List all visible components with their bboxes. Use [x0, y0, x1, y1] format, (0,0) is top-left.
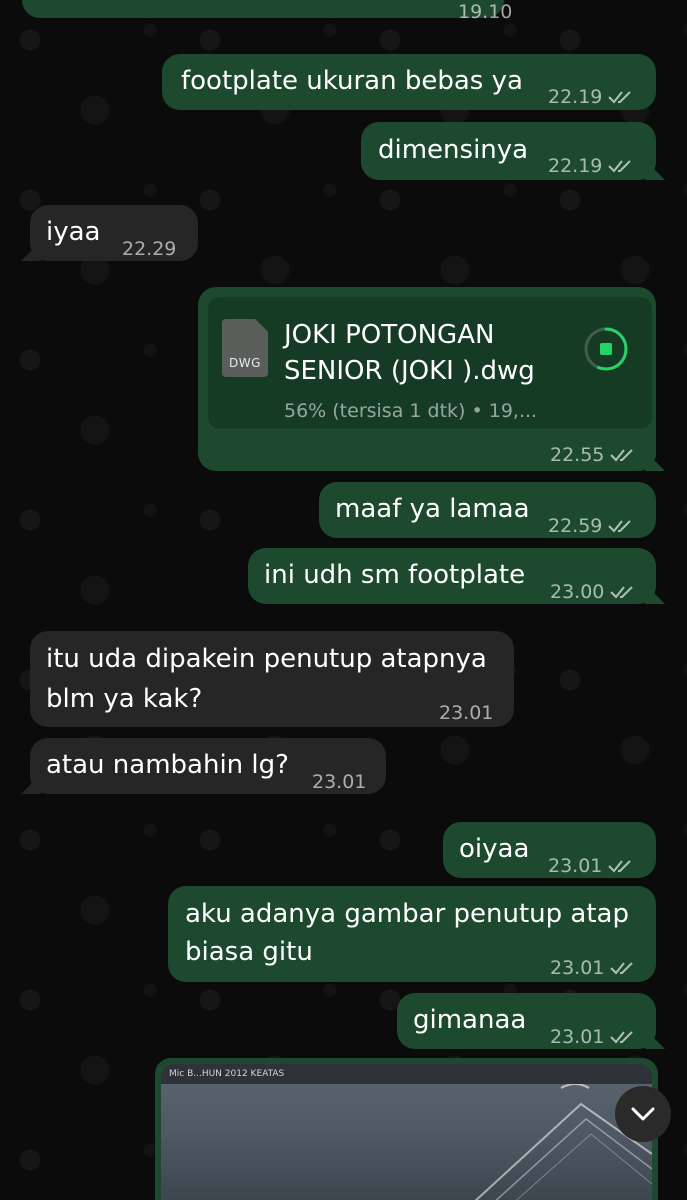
double-check-icon — [608, 160, 632, 173]
message-time: 22.19 — [548, 155, 603, 177]
message-bubble-outgoing[interactable]: maaf ya lamaa 22.59 — [319, 482, 656, 538]
message-time: 22.29 — [122, 238, 177, 260]
file-name: JOKI POTONGAN SENIOR (JOKI ).dwg — [284, 320, 535, 386]
message-time: 23.01 — [550, 957, 605, 979]
message-text: gimanaa — [413, 1005, 527, 1035]
double-check-icon — [608, 520, 632, 533]
message-bubble-incoming[interactable]: iyaa 22.29 — [30, 205, 198, 261]
chat-background: wkwkwk 19.10 footplate ukuran bebas ya 2… — [0, 0, 687, 1200]
scroll-to-bottom-button[interactable] — [615, 1086, 671, 1142]
message-text: ini udh sm footplate — [264, 560, 526, 590]
file-card[interactable]: DWG JOKI POTONGAN SENIOR (JOKI ).dwg 56%… — [208, 297, 652, 429]
double-check-icon — [610, 586, 634, 599]
message-text: oiyaa — [459, 834, 530, 864]
double-check-icon — [608, 91, 632, 104]
document-message[interactable]: DWG JOKI POTONGAN SENIOR (JOKI ).dwg 56%… — [198, 287, 656, 471]
message-time: 23.01 — [550, 1026, 605, 1048]
message-bubble-outgoing[interactable]: aku adanya gambar penutup atap biasa git… — [168, 886, 656, 982]
message-bubble-outgoing[interactable]: ini udh sm footplate 23.00 — [248, 548, 656, 604]
download-progress-icon[interactable] — [582, 325, 630, 373]
message-meta: 22.19 — [548, 79, 636, 115]
roof-drawing-image — [474, 1084, 652, 1200]
message-time: 22.59 — [548, 515, 603, 537]
double-check-icon — [610, 449, 634, 462]
message-bubble-outgoing[interactable]: gimanaa 23.01 — [397, 993, 656, 1049]
message-time: 23.01 — [439, 702, 494, 724]
message-meta: 22.55 — [550, 437, 638, 473]
message-meta: 23.01 — [548, 848, 636, 884]
file-icon: DWG — [222, 319, 268, 377]
message-bubble-outgoing[interactable]: dimensinya 22.19 — [361, 122, 656, 180]
message-bubble-incoming[interactable]: itu uda dipakein penutup atapnya blm ya … — [30, 631, 514, 727]
double-check-icon — [610, 962, 634, 975]
message-time: 23.01 — [548, 855, 603, 877]
message-time: 19.10 — [458, 1, 513, 23]
message-time: 23.00 — [550, 581, 605, 603]
download-progress-text: 56% (tersisa 1 dtk) • 19,... — [284, 400, 538, 422]
message-bubble-outgoing[interactable]: wkwkwk 19.10 — [22, 0, 512, 23]
message-meta: 23.00 — [550, 574, 638, 610]
message-time: 22.55 — [550, 444, 605, 466]
message-text-line: blm ya kak? — [46, 684, 203, 714]
message-bubble-outgoing[interactable]: oiyaa 23.01 — [443, 822, 656, 878]
message-text-line: aku adanya gambar penutup atap — [185, 899, 629, 929]
message-time: 22.19 — [548, 86, 603, 108]
message-text: wkwkwk — [46, 0, 155, 8]
message-text: footplate ukuran bebas ya — [181, 66, 523, 96]
double-check-icon — [608, 860, 632, 873]
image-preview[interactable]: Mic B...HUN 2012 KEATAS — [161, 1064, 652, 1200]
message-text-line: biasa gitu — [185, 937, 313, 967]
message-text: iyaa — [46, 217, 101, 247]
message-text: dimensinya — [378, 135, 529, 165]
message-meta: 23.01 — [550, 950, 638, 986]
message-meta: 22.59 — [548, 508, 636, 544]
message-time: 23.01 — [312, 771, 367, 793]
message-text-line: itu uda dipakein penutup atapnya — [46, 644, 487, 674]
message-text: maaf ya lamaa — [335, 494, 530, 524]
chevron-down-icon — [631, 1107, 655, 1121]
image-preview-caption: Mic B...HUN 2012 KEATAS — [161, 1064, 652, 1084]
double-check-icon — [610, 1031, 634, 1044]
message-text: atau nambahin lg? — [46, 750, 289, 780]
message-bubble-incoming[interactable]: atau nambahin lg? 23.01 — [30, 738, 386, 794]
file-type-label: DWG — [229, 356, 261, 370]
image-message[interactable]: Mic B...HUN 2012 KEATAS — [155, 1058, 658, 1200]
message-meta: 23.01 — [550, 1019, 638, 1055]
message-meta: 22.19 — [548, 148, 636, 184]
message-bubble-outgoing[interactable]: footplate ukuran bebas ya 22.19 — [162, 54, 656, 110]
